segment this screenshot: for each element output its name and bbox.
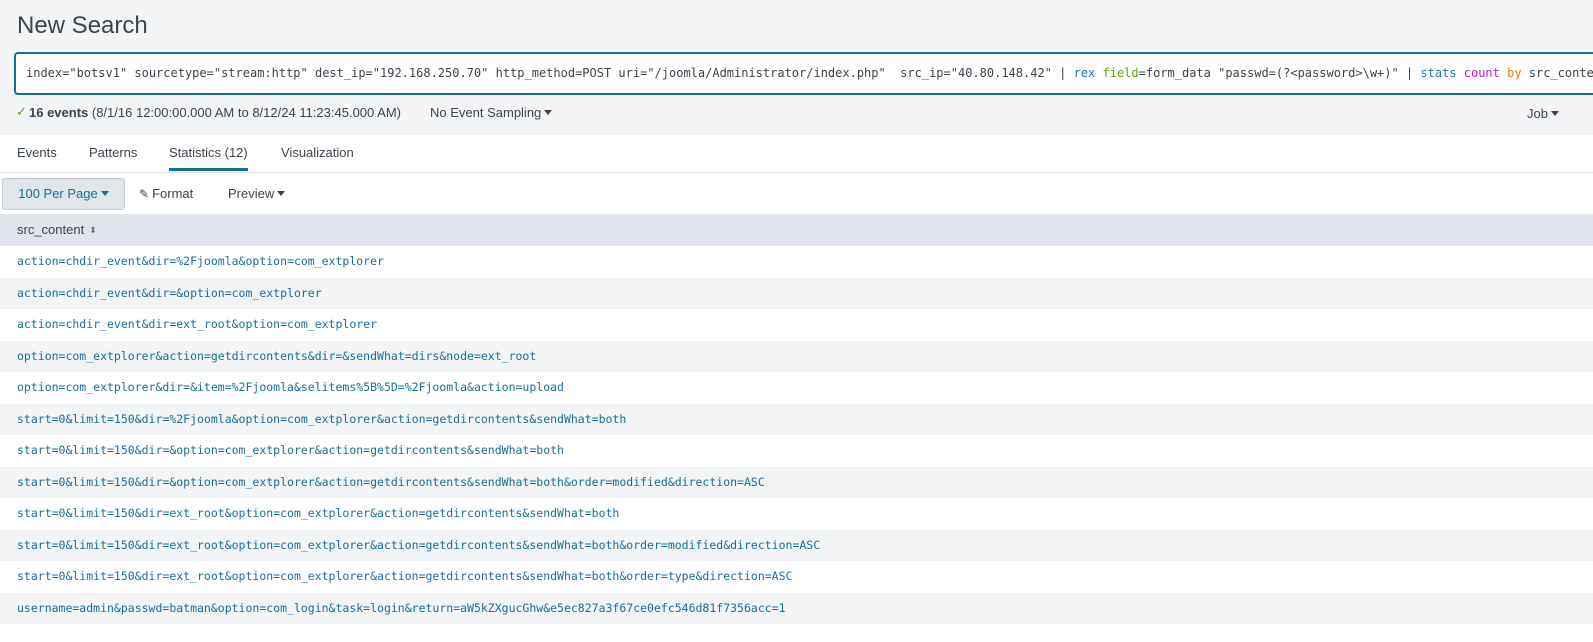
brush-icon: ✎ [139,187,150,201]
per-page-button[interactable]: 100 Per Page [2,178,125,210]
search-status-bar: ✓ 16 events (8/1/16 12:00:00.000 AM to 8… [0,104,1593,124]
src-content-cell[interactable]: option=com_extplorer&action=getdirconten… [17,349,536,363]
format-label: Format [152,186,194,201]
src-content-cell[interactable]: start=0&limit=150&dir=&option=com_extplo… [17,443,564,457]
src-content-cell[interactable]: username=admin&passwd=batman&option=com_… [17,601,786,615]
table-row: start=0&limit=150&dir=ext_root&option=co… [0,561,1593,593]
table-row: action=chdir_event&dir=%2Fjoomla&option=… [0,246,1593,278]
table-row: start=0&limit=150&dir=&option=com_extplo… [0,466,1593,498]
page-title: New Search [17,12,148,39]
query-token: count [1463,66,1500,80]
chevron-down-icon [544,110,553,115]
event-count-summary: 16 events (8/1/16 12:00:00.000 AM to 8/1… [29,105,401,120]
query-token [1095,66,1102,80]
src-content-cell[interactable]: start=0&limit=150&dir=%2Fjoomla&option=c… [17,412,626,426]
event-sampling-dropdown[interactable]: No Event Sampling [430,105,553,120]
src-content-cell[interactable]: action=chdir_event&dir=ext_root&option=c… [17,317,377,331]
table-row: action=chdir_event&dir=&option=com_extpl… [0,277,1593,309]
column-header-label: src_content [17,222,85,237]
format-button[interactable]: ✎ Format [139,186,193,201]
time-range: (8/1/16 12:00:00.000 AM to 8/12/24 11:23… [88,105,401,120]
chevron-down-icon [277,191,286,196]
query-token: src_content [1528,66,1593,80]
query-token: rex [1073,66,1096,80]
tab-visualization[interactable]: Visualization [281,145,354,160]
src-content-cell[interactable]: start=0&limit=150&dir=ext_root&option=co… [17,538,820,552]
chevron-down-icon [100,191,109,196]
src-content-cell[interactable]: option=com_extplorer&dir=&item=%2Fjoomla… [17,380,564,394]
preview-dropdown[interactable]: Preview [228,186,286,201]
results-toolbar: 100 Per Page ✎ Format Preview [0,174,1593,214]
table-row: action=chdir_event&dir=ext_root&option=c… [0,309,1593,341]
preview-label: Preview [228,186,275,201]
column-header-src-content[interactable]: src_content ⬍ [17,222,97,237]
src-content-cell[interactable]: action=chdir_event&dir=&option=com_extpl… [17,286,322,300]
src-content-cell[interactable]: start=0&limit=150&dir=&option=com_extplo… [17,475,765,489]
per-page-label: 100 Per Page [18,186,98,201]
query-token: =form_data "passwd=(?<password>\w+)" | [1138,66,1421,80]
job-menu-label: Job [1527,106,1548,121]
table-row: option=com_extplorer&dir=&item=%2Fjoomla… [0,372,1593,404]
success-check-icon: ✓ [16,104,27,119]
job-menu[interactable]: Job [1527,106,1559,121]
table-row: start=0&limit=150&dir=ext_root&option=co… [0,498,1593,530]
statistics-table: src_content ⬍ action=chdir_event&dir=%2Fj… [0,214,1593,624]
src-content-cell[interactable]: start=0&limit=150&dir=ext_root&option=co… [17,506,619,520]
src-content-cell[interactable]: start=0&limit=150&dir=ext_root&option=co… [17,569,792,583]
query-token: by [1507,66,1522,80]
sort-icon[interactable]: ⬍ [89,225,97,236]
table-row: username=admin&passwd=batman&option=com_… [0,592,1593,624]
event-count: 16 events [29,105,89,120]
table-body: action=chdir_event&dir=%2Fjoomla&option=… [0,246,1593,624]
table-row: start=0&limit=150&dir=ext_root&option=co… [0,529,1593,561]
chevron-down-icon [1551,111,1559,116]
search-query-input[interactable]: index="botsv1" sourcetype="stream:http" … [14,52,1593,95]
tab-statistics[interactable]: Statistics (12) [169,145,248,171]
tab-events[interactable]: Events [17,145,57,160]
table-header-row: src_content ⬍ [0,214,1593,246]
search-header: New Search index="botsv1" sourcetype="st… [0,0,1593,135]
tab-patterns[interactable]: Patterns [89,145,137,160]
query-token: field [1102,66,1139,80]
table-row: option=com_extplorer&action=getdirconten… [0,340,1593,372]
query-token [1457,66,1464,80]
results-tabs: Events Patterns Statistics (12) Visualiz… [0,135,1593,173]
src-content-cell[interactable]: action=chdir_event&dir=%2Fjoomla&option=… [17,254,384,268]
query-token: stats [1420,66,1457,80]
table-row: start=0&limit=150&dir=&option=com_extplo… [0,435,1593,467]
event-sampling-label: No Event Sampling [430,105,542,120]
table-row: start=0&limit=150&dir=%2Fjoomla&option=c… [0,403,1593,435]
query-token: index="botsv1" sourcetype="stream:http" … [26,66,1074,80]
